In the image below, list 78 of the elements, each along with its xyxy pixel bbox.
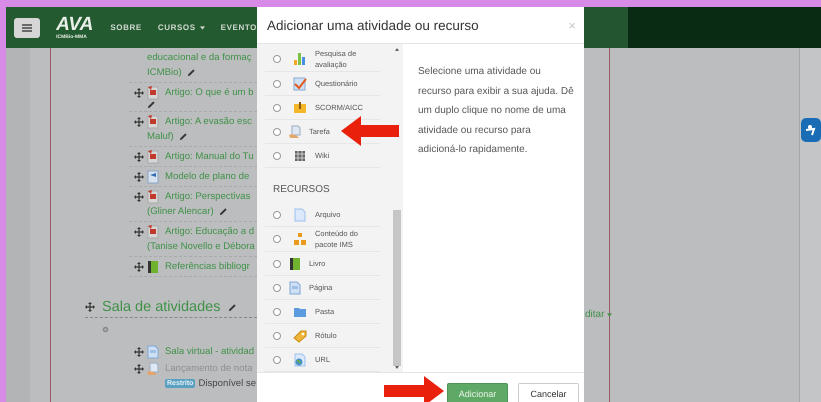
globe-document-icon [293, 352, 307, 366]
move-icon[interactable] [134, 172, 144, 182]
activity-link[interactable]: (Tanise Novello e Débora [147, 239, 255, 254]
radio-button[interactable] [273, 80, 281, 88]
activity-link[interactable]: Artigo: Perspectivas [165, 189, 250, 204]
close-button[interactable]: × [568, 18, 576, 32]
dialog-title: Adicionar uma atividade ou recurso [267, 18, 479, 32]
radio-button[interactable] [273, 260, 281, 268]
pencil-icon[interactable] [147, 100, 156, 109]
scroll-up-icon[interactable] [394, 48, 398, 51]
page-icon [289, 280, 301, 294]
puzzle-icon [293, 148, 307, 162]
activity-link[interactable]: Artigo: O que é um b [165, 85, 254, 100]
group-heading: RECURSOS [272, 183, 331, 197]
menu-icon [22, 24, 32, 32]
logo[interactable]: AVA [56, 16, 94, 34]
move-icon[interactable] [134, 347, 144, 357]
activity-link[interactable]: (Gliner Alencar) [147, 204, 214, 219]
pdf-icon [147, 150, 159, 164]
move-icon[interactable] [134, 117, 144, 127]
activity-link[interactable]: Artigo: A evasão esc [165, 114, 252, 129]
move-icon[interactable] [85, 302, 95, 312]
cancel-button[interactable]: Cancelar [518, 383, 579, 402]
nav-link[interactable]: EVENTO [220, 23, 257, 32]
tag-icon [293, 328, 307, 342]
box-icon [293, 100, 307, 114]
activity-link[interactable]: Referências bibliogr [165, 259, 250, 274]
move-icon[interactable] [134, 227, 144, 237]
radio-button[interactable] [273, 128, 281, 136]
move-icon[interactable] [134, 192, 144, 202]
radio-button[interactable] [273, 332, 281, 340]
restriction-note: Disponível se [198, 378, 256, 389]
file-icon [293, 208, 307, 222]
move-icon[interactable] [134, 262, 144, 272]
activity-link[interactable]: ICMBio) [147, 65, 182, 80]
radio-button[interactable] [273, 308, 281, 316]
page-icon [147, 344, 159, 358]
activity-link[interactable]: Sala virtual - atividad [165, 344, 254, 359]
activity-link[interactable]: Artigo: Educação a d [165, 224, 254, 239]
pdf-icon [147, 224, 159, 238]
pdf-icon [147, 86, 159, 100]
move-icon[interactable] [134, 88, 144, 98]
radio-button[interactable] [273, 235, 281, 243]
radio-button[interactable] [273, 152, 281, 160]
hand-document-icon [289, 124, 301, 138]
edit-menu[interactable]: ditar [585, 309, 612, 320]
radio-button[interactable] [273, 104, 281, 112]
pencil-icon[interactable] [218, 207, 228, 216]
pdf-icon [147, 114, 159, 128]
nav-link[interactable]: CURSOS [158, 23, 205, 32]
hand-document-icon [147, 362, 159, 376]
boxes-icon [293, 232, 307, 246]
activity-link[interactable]: educacional e da formaç [147, 50, 252, 65]
menu-button[interactable] [14, 18, 40, 38]
radio-button[interactable] [273, 284, 281, 292]
bar-chart-icon [293, 52, 307, 66]
radio-button[interactable] [273, 210, 281, 218]
move-icon[interactable] [134, 152, 144, 162]
radio-button[interactable] [273, 356, 281, 364]
pencil-icon[interactable] [186, 68, 196, 77]
book-icon [147, 260, 159, 274]
activity-link[interactable]: Artigo: Manual do Tu [165, 149, 254, 164]
nav-link[interactable]: SOBRE [110, 23, 142, 32]
add-button[interactable]: Adicionar [447, 383, 508, 402]
help-text: Selecione uma atividade ou recurso para exibir a sua ajuda. Dê um duplo clique no nome de uma atividade ou recurso para adicioná-lo rapidamente. [418, 65, 574, 157]
pdf-icon [147, 190, 159, 204]
radio-button[interactable] [273, 55, 281, 63]
activity-link[interactable]: Maluf) [147, 129, 174, 144]
section-title[interactable]: Sala de atividades [102, 299, 220, 315]
pencil-icon[interactable] [228, 302, 236, 312]
accessibility-icon[interactable] [801, 118, 821, 142]
book-icon [289, 256, 301, 270]
pencil-icon[interactable] [178, 132, 188, 141]
move-icon[interactable] [134, 364, 144, 374]
document-icon [147, 170, 159, 184]
checkmark-icon [293, 76, 307, 90]
caret-icon [607, 312, 612, 316]
activity-link[interactable]: Modelo de plano de [165, 169, 250, 184]
